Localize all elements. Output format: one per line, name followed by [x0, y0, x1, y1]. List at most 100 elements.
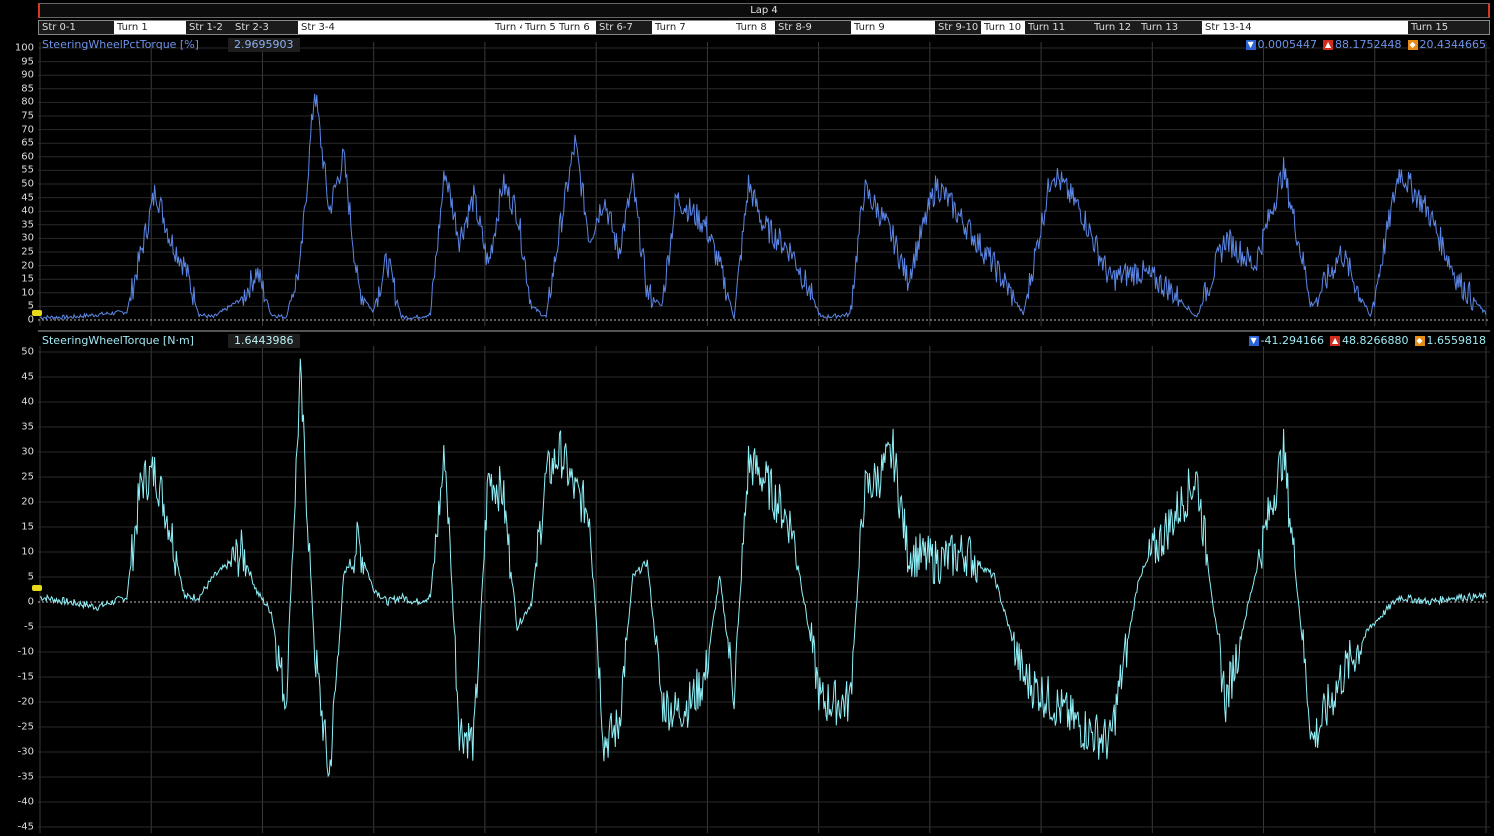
stat-max: ▲ 48.8266880 — [1330, 334, 1409, 348]
section-11[interactable]: Str 8-9 — [775, 21, 851, 34]
channel-stats: ▼ -41.294166 ▲ 48.8266880 ◆ 1.6559818 — [1248, 334, 1487, 348]
stat-min-value: 0.0005447 — [1257, 38, 1318, 51]
y-tick-label: 10 — [21, 287, 34, 299]
section-18[interactable]: Str 13-14 — [1202, 21, 1408, 34]
arrow-up-icon: ▲ — [1323, 40, 1334, 50]
y-tick-label: 5 — [27, 571, 34, 583]
section-13[interactable]: Str 9-10 — [935, 21, 981, 34]
average-icon: ◆ — [1407, 40, 1418, 50]
stat-min-value: -41.294166 — [1260, 334, 1325, 347]
zero-marker-bottom[interactable] — [32, 585, 42, 591]
arrow-up-icon: ▲ — [1330, 336, 1341, 346]
y-tick-label: 80 — [21, 96, 34, 108]
section-2[interactable]: Str 1-2 — [186, 21, 232, 34]
section-9[interactable]: Turn 7 — [652, 21, 733, 34]
pct-torque-plot[interactable] — [38, 38, 1490, 326]
chart-pct-torque[interactable]: SteeringWheelPctTorque [%] 2.9695903 ▼ 0.… — [38, 38, 1490, 326]
stat-avg-value: 1.6559818 — [1426, 334, 1487, 347]
section-12[interactable]: Turn 9 — [851, 21, 935, 34]
y-tick-label: 55 — [21, 164, 34, 176]
section-7[interactable]: Turn 6 — [556, 21, 596, 34]
y-tick-label: 15 — [21, 521, 34, 533]
y-tick-label: 20 — [21, 260, 34, 272]
series-line — [39, 358, 1487, 778]
section-17[interactable]: Turn 13 — [1138, 21, 1202, 34]
average-icon: ◆ — [1414, 336, 1425, 346]
channel-header-torque: SteeringWheelTorque [N·m] 1.6443986 ▼ -41… — [38, 334, 1490, 348]
channel-cursor-value: 1.6443986 — [228, 334, 300, 348]
section-15[interactable]: Turn 11 — [1025, 21, 1091, 34]
section-0[interactable]: Str 0-1 — [39, 21, 114, 34]
chart-torque[interactable]: SteeringWheelTorque [N·m] 1.6443986 ▼ -41… — [38, 334, 1490, 833]
section-6[interactable]: Turn 5 — [522, 21, 556, 34]
y-tick-label: 65 — [21, 137, 34, 149]
channel-name[interactable]: SteeringWheelPctTorque [%] — [42, 38, 199, 52]
y-tick-label: 30 — [21, 232, 34, 244]
y-axis-pct-torque: 0 5 10 15 20 25 30 35 40 45 50 55 60 65 70 75 80 85 90 95 10… — [0, 38, 36, 326]
y-tick-label: 35 — [21, 219, 34, 231]
stat-min: ▼ 0.0005447 — [1245, 38, 1318, 52]
y-tick-label: -5 — [24, 621, 34, 633]
channel-stats: ▼ 0.0005447 ▲ 88.1752448 ◆ 20.4344665 — [1245, 38, 1486, 52]
channel-name[interactable]: SteeringWheelTorque [N·m] — [42, 334, 194, 348]
y-tick-label: -45 — [17, 821, 34, 833]
y-tick-label: -25 — [17, 721, 34, 733]
y-tick-label: 90 — [21, 69, 34, 81]
y-tick-label: 35 — [21, 421, 34, 433]
y-tick-label: 70 — [21, 124, 34, 136]
y-tick-label: 75 — [21, 110, 34, 122]
zero-marker-top[interactable] — [32, 310, 42, 316]
stat-max-value: 48.8266880 — [1342, 334, 1409, 347]
y-tick-label: -30 — [17, 746, 34, 758]
y-tick-label: 30 — [21, 446, 34, 458]
y-tick-label: 50 — [21, 346, 34, 358]
y-tick-label: 45 — [21, 371, 34, 383]
y-tick-label: -35 — [17, 771, 34, 783]
y-tick-label: 95 — [21, 56, 34, 68]
y-tick-label: -40 — [17, 796, 34, 808]
y-tick-label: 85 — [21, 83, 34, 95]
y-tick-label: 45 — [21, 192, 34, 204]
section-bar[interactable]: Str 0-1Turn 1Str 1-2Str 2-3Str 3-4Turn 4… — [38, 20, 1490, 35]
torque-plot[interactable] — [38, 334, 1490, 833]
y-tick-label: -10 — [17, 646, 34, 658]
arrow-down-icon: ▼ — [1248, 336, 1259, 346]
section-14[interactable]: Turn 10 — [981, 21, 1025, 34]
stat-max-value: 88.1752448 — [1335, 38, 1402, 51]
series-line — [39, 93, 1487, 321]
y-tick-label: 25 — [21, 471, 34, 483]
y-tick-label: 60 — [21, 151, 34, 163]
section-1[interactable]: Turn 1 — [114, 21, 186, 34]
y-tick-label: 50 — [21, 178, 34, 190]
y-tick-label: 0 — [27, 596, 34, 608]
section-10[interactable]: Turn 8 — [733, 21, 775, 34]
y-tick-label: -20 — [17, 696, 34, 708]
stat-avg-value: 20.4344665 — [1419, 38, 1486, 51]
lap-bar[interactable]: Lap 4 — [38, 3, 1490, 18]
y-tick-label: 25 — [21, 246, 34, 258]
y-tick-label: -15 — [17, 671, 34, 683]
section-5[interactable]: Turn 4 — [492, 21, 522, 34]
section-8[interactable]: Str 6-7 — [596, 21, 652, 34]
section-4[interactable]: Str 3-4 — [298, 21, 492, 34]
section-3[interactable]: Str 2-3 — [232, 21, 298, 34]
y-tick-label: 0 — [27, 314, 34, 326]
stat-avg: ◆ 20.4344665 — [1407, 38, 1486, 52]
y-axis-torque: -45 -40 -35 -30 -25 -20 -15 -10 -5 0 5 10 15 20 25 30 35… — [0, 334, 36, 833]
stat-min: ▼ -41.294166 — [1248, 334, 1325, 348]
stat-max: ▲ 88.1752448 — [1323, 38, 1402, 52]
channel-cursor-value: 2.9695903 — [228, 38, 300, 52]
y-tick-label: 40 — [21, 205, 34, 217]
channel-header-pct-torque: SteeringWheelPctTorque [%] 2.9695903 ▼ 0.… — [38, 38, 1490, 52]
y-tick-label: 15 — [21, 273, 34, 285]
panel-divider[interactable] — [38, 330, 1490, 332]
lap-label: Lap 4 — [750, 5, 778, 16]
y-tick-label: 20 — [21, 496, 34, 508]
stat-avg: ◆ 1.6559818 — [1414, 334, 1487, 348]
y-tick-label: 100 — [14, 42, 34, 54]
section-16[interactable]: Turn 12 — [1091, 21, 1138, 34]
section-19[interactable]: Turn 15 — [1408, 21, 1489, 34]
arrow-down-icon: ▼ — [1245, 40, 1256, 50]
y-tick-label: 10 — [21, 546, 34, 558]
y-tick-label: 40 — [21, 396, 34, 408]
